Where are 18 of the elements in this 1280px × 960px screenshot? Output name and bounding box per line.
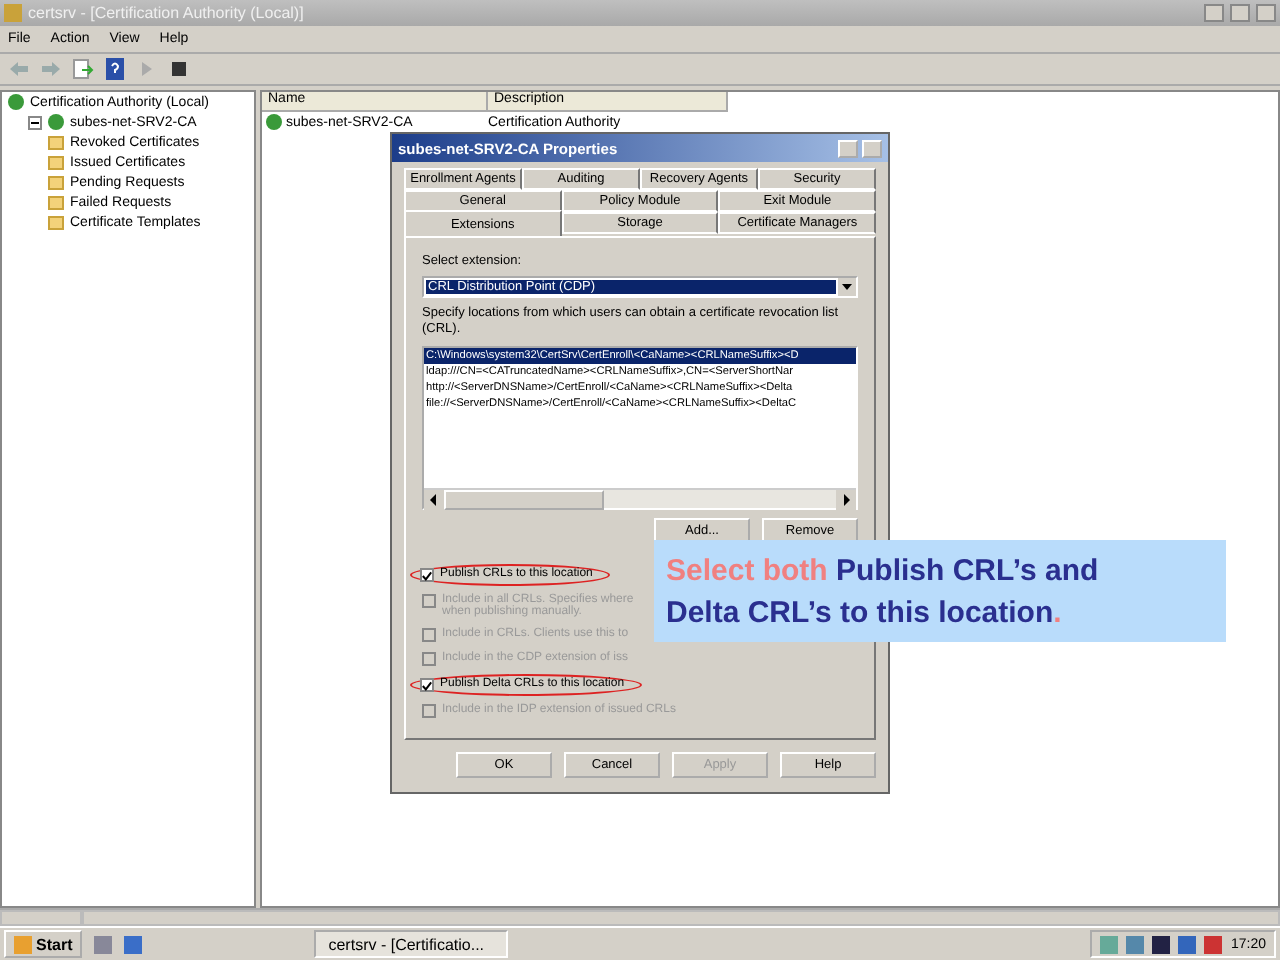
window-title: certsrv - [Certification Authority (Local)] — [28, 4, 306, 22]
horizontal-scrollbar[interactable] — [424, 488, 856, 508]
start-button[interactable]: Start — [4, 930, 83, 958]
scroll-right-icon[interactable] — [836, 490, 856, 510]
stop-icon[interactable] — [168, 58, 190, 80]
scroll-left-icon[interactable] — [424, 490, 444, 510]
checkbox[interactable] — [420, 678, 434, 692]
taskbar-button[interactable]: certsrv - [Certificatio... — [314, 930, 509, 958]
scroll-thumb[interactable] — [444, 490, 604, 510]
export-icon[interactable] — [72, 58, 94, 80]
locations-listbox[interactable] — [422, 346, 858, 510]
callout-text: Delta CRL’s to this location. — [666, 593, 1064, 633]
caret-icon — [838, 278, 856, 296]
back-arrow-icon[interactable] — [8, 58, 30, 80]
callout-text: Select both Publish CRL’s and — [666, 551, 1101, 591]
forward-arrow-icon[interactable] — [40, 58, 62, 80]
checkbox[interactable] — [420, 568, 434, 582]
collapse-toggle-icon[interactable] — [28, 115, 42, 129]
